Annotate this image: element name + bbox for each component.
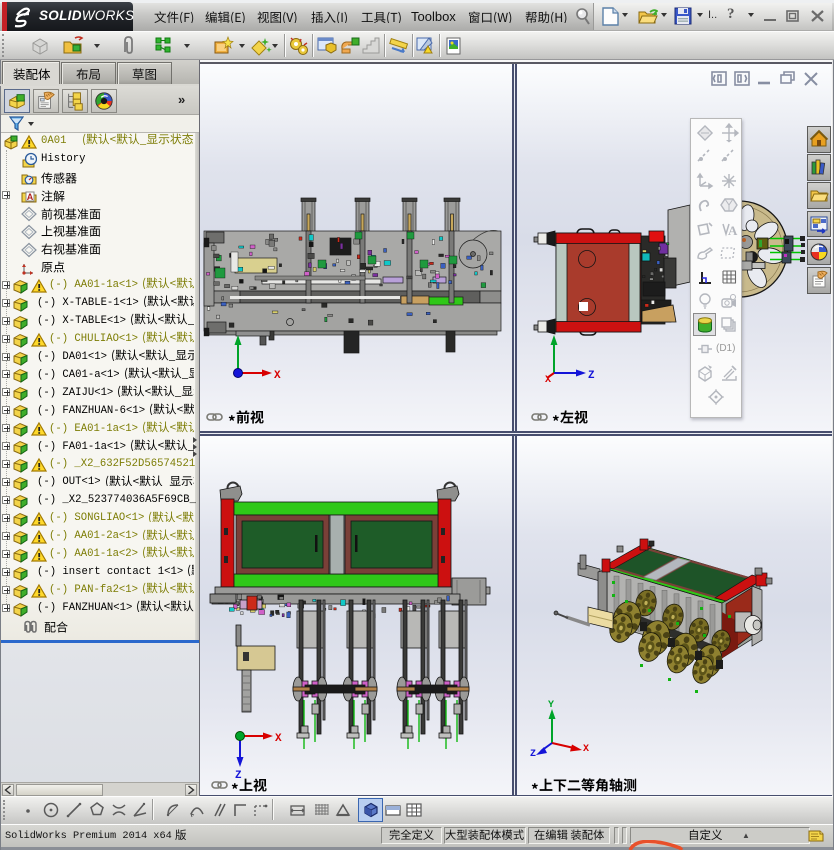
svg-text:Z: Z [235, 770, 242, 781]
svg-text:X: X [545, 375, 551, 386]
svg-text:X: X [275, 733, 282, 745]
svg-text:A: A [728, 223, 738, 238]
svg-text:X: X [274, 370, 281, 381]
svg-text:A: A [27, 192, 34, 202]
svg-text:Z: Z [588, 370, 595, 382]
